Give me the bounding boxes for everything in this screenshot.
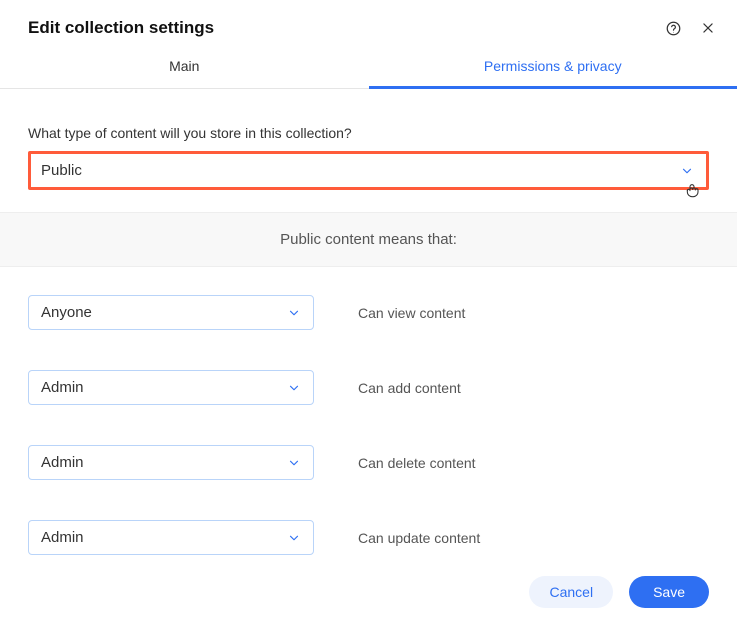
chevron-down-icon [680,164,694,178]
perm-role-value: Anyone [41,304,92,321]
perm-label-view: Can view content [358,305,465,321]
dialog-footer: Cancel Save [529,576,709,608]
perm-row-update: Admin Can update content [28,520,709,555]
perm-role-select-delete[interactable]: Admin [28,445,314,480]
perm-role-value: Admin [41,379,84,396]
cancel-button[interactable]: Cancel [529,576,613,608]
dialog-title: Edit collection settings [28,18,214,38]
content-type-value: Public [41,162,82,179]
perm-role-select-update[interactable]: Admin [28,520,314,555]
dialog-header: Edit collection settings [0,0,737,46]
close-icon[interactable] [701,21,715,35]
perm-role-value: Admin [41,454,84,471]
info-band: Public content means that: [0,212,737,267]
help-icon[interactable] [666,21,681,36]
tab-main[interactable]: Main [0,46,369,88]
chevron-down-icon [287,306,301,320]
tabs: Main Permissions & privacy [0,46,737,89]
perm-label-add: Can add content [358,380,461,396]
header-icons [666,21,715,36]
perm-label-delete: Can delete content [358,455,476,471]
perm-role-select-add[interactable]: Admin [28,370,314,405]
content-type-select[interactable]: Public [31,154,706,187]
cursor-icon [684,182,700,201]
content-type-highlight: Public [28,151,709,190]
perm-role-select-view[interactable]: Anyone [28,295,314,330]
perm-row-delete: Admin Can delete content [28,445,709,480]
chevron-down-icon [287,456,301,470]
chevron-down-icon [287,531,301,545]
content-type-question: What type of content will you store in t… [28,125,709,141]
permissions-list: Anyone Can view content Admin Can add co… [0,267,737,555]
perm-row-view: Anyone Can view content [28,295,709,330]
content-area: What type of content will you store in t… [0,89,737,190]
perm-row-add: Admin Can add content [28,370,709,405]
perm-label-update: Can update content [358,530,480,546]
tab-permissions[interactable]: Permissions & privacy [369,46,737,88]
perm-role-value: Admin [41,529,84,546]
save-button[interactable]: Save [629,576,709,608]
chevron-down-icon [287,381,301,395]
